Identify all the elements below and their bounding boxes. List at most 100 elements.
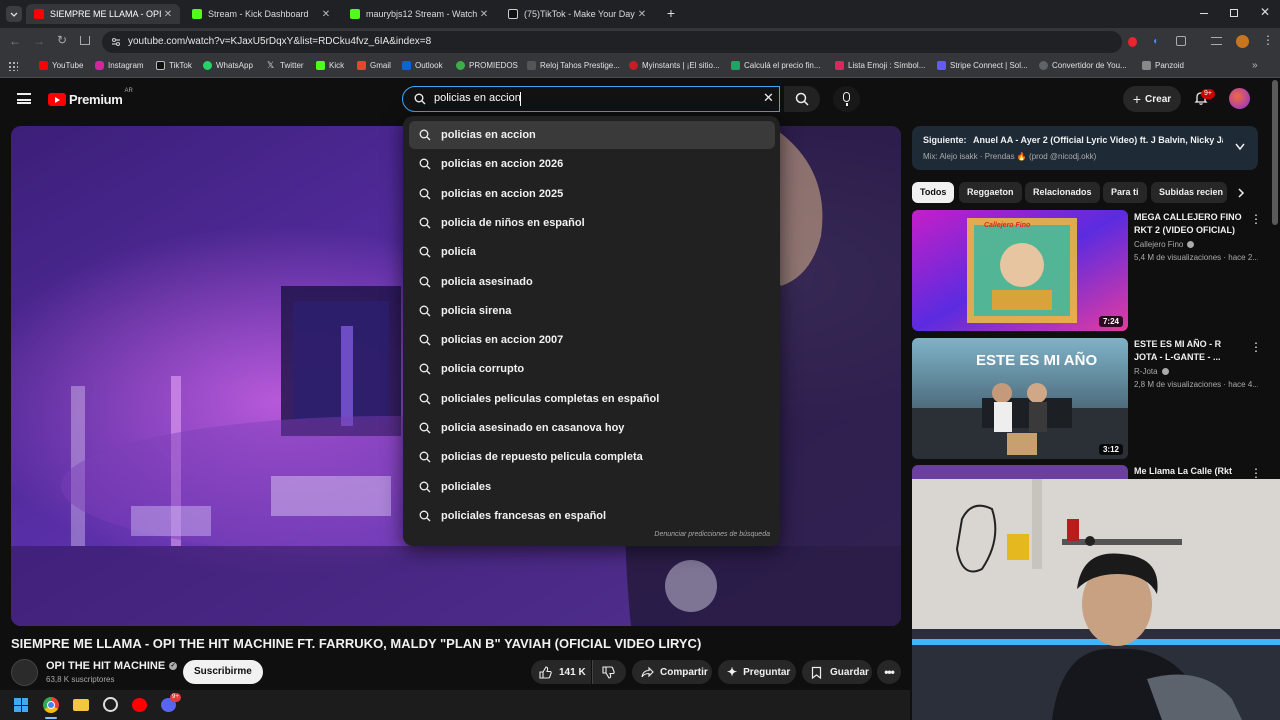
report-predictions-link[interactable]: Denunciar predicciones de búsqueda [654,531,770,538]
extension-blue-icon[interactable]: ◖ [1152,36,1158,47]
account-avatar[interactable] [1229,88,1250,109]
search-suggestion[interactable]: policiales [409,473,775,501]
chip-subidas-recientes[interactable]: Subidas recien [1151,182,1227,203]
file-explorer-icon[interactable] [73,699,89,711]
site-info-icon[interactable] [111,37,121,47]
up-next-panel[interactable]: Siguiente: Anuel AA - Ayer 2 (Official L… [912,126,1258,170]
reading-list-icon[interactable] [1211,37,1222,45]
bookmark-twitter[interactable]: 𝕏 Twitter [267,61,304,71]
recommendation-title[interactable]: ESTE ES MI AÑO - R JOTA - L-GANTE - ... [1134,338,1246,364]
bookmark-stripe[interactable]: Stripe Connect | Sol... [937,61,1028,70]
search-suggestion[interactable]: policia asesinado [409,268,775,296]
bookmark-kick[interactable]: Kick [316,61,344,70]
close-tab-icon[interactable]: ✕ [636,9,648,20]
dislike-button[interactable] [592,660,626,684]
bookmark-myinstants[interactable]: Myinstants | ¡El sitio... [629,61,720,70]
search-suggestion[interactable]: policias en accion 2025 [409,180,775,208]
chip-para-ti[interactable]: Para ti [1103,182,1147,203]
recommendation-thumbnail[interactable]: ESTE ES MI AÑO 3:12 [912,338,1128,459]
share-button[interactable]: Compartir [632,660,712,684]
extensions-puzzle-icon[interactable] [1176,36,1186,46]
ask-button[interactable]: ✦ Preguntar [718,660,796,684]
close-tab-icon[interactable]: ✕ [478,9,490,20]
bookmark-panzoid[interactable]: Panzoid [1142,61,1184,70]
create-button[interactable]: + Crear [1123,86,1181,112]
search-suggestion[interactable]: policia sirena [409,297,775,325]
chips-next-chevron-icon[interactable] [1236,187,1246,199]
search-suggestion[interactable]: policía [409,238,775,266]
search-button[interactable] [784,86,820,112]
recommendation-channel[interactable]: Callejero Fino [1134,240,1195,249]
chip-todos[interactable]: Todos [912,182,955,203]
more-bookmarks-icon[interactable]: » [1252,60,1258,71]
windows-start-icon[interactable] [14,698,28,712]
search-suggestion[interactable]: policias en accion [409,121,775,149]
youtube-taskbar-icon[interactable] [132,698,147,712]
search-suggestion[interactable]: policias de repuesto pelicula completa [409,443,775,471]
app-settings-icon[interactable] [103,697,118,712]
bookmark-convertidor[interactable]: Convertidor de You... [1039,61,1127,70]
recommendation-menu-icon[interactable]: ⋮ [1250,340,1262,354]
bookmark-promiedos[interactable]: PROMIEDOS [456,61,518,70]
recommendation-menu-icon[interactable]: ⋮ [1250,212,1262,226]
reload-icon[interactable]: ↻ [57,33,67,47]
page-scrollbar[interactable] [1272,80,1278,225]
clear-search-icon[interactable]: ✕ [763,90,774,106]
hamburger-menu-icon[interactable] [17,93,31,104]
search-input[interactable]: policias en accion [434,92,521,104]
home-icon[interactable] [80,36,90,45]
forward-icon[interactable]: → [33,34,45,48]
channel-name[interactable]: OPI THE HIT MACHINE ✓ [46,660,178,672]
search-suggestion[interactable]: policias en accion 2007 [409,326,775,354]
recommendation-title[interactable]: MEGA CALLEJERO FINO RKT 2 (VIDEO OFICIAL… [1134,211,1246,237]
tab-tiktok[interactable]: (75)TikTok - Make Your Day ✕ [500,4,654,24]
close-tab-icon[interactable]: ✕ [162,9,174,20]
youtube-premium-logo[interactable]: Premium AR [48,88,133,107]
search-suggestion[interactable]: policia asesinado en casanova hoy [409,414,775,442]
like-button[interactable]: 141 K [531,660,591,684]
recommendation-title[interactable]: Me Llama La Calle (Rkt [1134,465,1246,478]
search-box[interactable]: policias en accion ✕ [402,86,780,112]
maximize-window-icon[interactable] [1230,9,1238,17]
search-suggestion[interactable]: policia corrupto [409,355,775,383]
bookmark-outlook[interactable]: Outlook [402,61,443,70]
browser-menu-icon[interactable]: ⋮ [1262,33,1274,47]
bookmark-gmail[interactable]: Gmail [357,61,391,70]
tab-youtube[interactable]: SIEMPRE ME LLAMA - OPI THE ✕ [26,4,180,24]
close-window-icon[interactable]: ✕ [1260,5,1270,19]
tab-kick-stream[interactable]: maurybjs12 Stream - Watch Liv ✕ [342,4,496,24]
recommendation-thumbnail[interactable] [912,465,1128,479]
search-suggestion[interactable]: policiales francesas en español [409,502,775,530]
new-tab-icon[interactable]: + [664,6,678,20]
close-tab-icon[interactable]: ✕ [320,9,332,20]
recommendation-menu-icon[interactable]: ⋮ [1250,466,1262,480]
search-suggestion[interactable]: policia de niños en español [409,209,775,237]
minimize-window-icon[interactable] [1200,13,1208,14]
address-bar[interactable]: youtube.com/watch?v=KJaxU5rDqxY&list=RDC… [102,31,1122,53]
recommendation-channel[interactable]: R-Jota [1134,367,1169,376]
search-suggestion[interactable]: policiales peliculas completas en españo… [409,385,775,413]
chip-reggaeton[interactable]: Reggaeton [959,182,1022,203]
chip-relacionados[interactable]: Relacionados [1025,182,1100,203]
bookmark-emoji[interactable]: Lista Emoji : Símbol... [835,61,925,70]
tab-list-icon[interactable] [6,6,22,22]
apps-grid-icon[interactable] [8,61,18,71]
chrome-taskbar-icon[interactable] [43,697,59,713]
save-button[interactable]: Guardar [802,660,872,684]
bookmark-reloj[interactable]: Reloj Tahos Prestige... [527,61,620,70]
profile-avatar-icon[interactable] [1236,35,1249,48]
extension-red-icon[interactable] [1128,37,1137,47]
expand-chevron-icon[interactable] [1234,142,1246,152]
bookmark-whatsapp[interactable]: WhatsApp [203,61,253,70]
tab-kick-dashboard[interactable]: Stream - Kick Dashboard ✕ [184,4,338,24]
subscribe-button[interactable]: Suscribirme [183,660,263,684]
bookmark-youtube[interactable]: YouTube [39,61,83,70]
recommendation-thumbnail[interactable]: Callejero Fino 7:24 [912,210,1128,331]
bookmark-tiktok[interactable]: TikTok [156,61,192,70]
bookmark-instagram[interactable]: Instagram [95,61,144,70]
bookmark-calcula[interactable]: Calculá el precio fin... [731,61,820,70]
back-icon[interactable]: ← [9,34,21,48]
search-suggestion[interactable]: policias en accion 2026 [409,150,775,178]
voice-search-button[interactable] [833,86,860,112]
channel-avatar[interactable] [11,659,38,686]
